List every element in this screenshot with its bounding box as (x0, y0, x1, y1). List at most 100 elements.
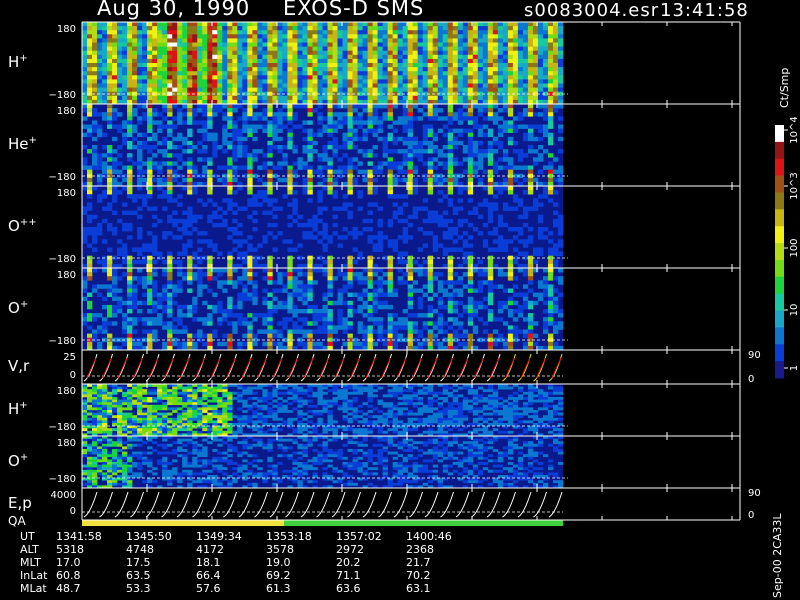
heatmap-cell (237, 304, 243, 310)
heatmap-cell (87, 149, 93, 154)
heatmap-cell (297, 71, 303, 76)
heatmap-cell (142, 63, 148, 68)
heatmap-cell (127, 112, 133, 117)
heatmap-cell (467, 317, 474, 322)
heatmap-cell (167, 75, 173, 80)
heatmap-cell (187, 214, 193, 220)
heatmap-cell (257, 116, 263, 121)
heatmap-cell (172, 218, 178, 224)
heatmap-cell (347, 321, 353, 326)
heatmap-cell (327, 292, 333, 297)
heatmap-cell (557, 42, 564, 47)
heatmap-cell (467, 140, 474, 146)
heatmap-cell (147, 116, 153, 121)
heatmap-cell (437, 341, 444, 347)
heatmap-cell (147, 75, 153, 80)
heatmap-cell (367, 112, 373, 117)
heatmap-cell (207, 313, 213, 318)
heatmap-cell (432, 145, 439, 150)
heatmap-cell (82, 42, 88, 47)
heatmap-cell (242, 333, 248, 338)
heatmap-cell (402, 79, 408, 84)
heatmap-cell (302, 22, 308, 27)
heatmap-cell (82, 284, 88, 289)
heatmap-cell (447, 104, 454, 109)
heatmap-cell (117, 22, 123, 27)
heatmap-cell (272, 116, 278, 121)
heatmap-cell (377, 71, 383, 76)
heatmap-cell (337, 145, 343, 150)
heatmap-cell (167, 132, 173, 138)
heatmap-cell (167, 83, 173, 88)
heatmap-cell (387, 243, 393, 248)
heatmap-cell (322, 79, 328, 84)
heatmap-cell (227, 304, 233, 310)
heatmap-cell (327, 288, 333, 293)
heatmap-cell (202, 321, 208, 326)
heatmap-cell (337, 243, 343, 248)
heatmap-cell (452, 83, 459, 88)
heatmap-cell (402, 317, 408, 322)
heatmap-cell (557, 325, 564, 330)
heatmap-cell (547, 34, 554, 39)
heatmap-cell (177, 329, 183, 334)
heatmap-cell (232, 87, 238, 92)
heatmap-cell (177, 280, 183, 285)
heatmap-cell (492, 87, 499, 92)
heatmap-cell (172, 161, 178, 166)
heatmap-cell (187, 280, 193, 285)
heatmap-cell (407, 22, 413, 27)
heatmap-cell (127, 95, 133, 101)
heatmap-cell (287, 22, 293, 27)
heatmap-cell (152, 177, 158, 183)
heatmap-cell (147, 268, 153, 273)
heatmap-cell (422, 243, 429, 248)
heatmap-cell (427, 309, 434, 314)
heatmap-cell (547, 132, 554, 138)
heatmap-cell (347, 128, 353, 133)
heatmap-cell (242, 30, 248, 35)
heatmap-cell (227, 161, 233, 166)
heatmap-cell (547, 239, 554, 244)
heatmap-cell (232, 54, 238, 60)
heatmap-cell (132, 22, 138, 27)
heatmap-cell (137, 34, 143, 39)
heatmap-cell (257, 313, 263, 318)
heatmap-cell (122, 243, 128, 248)
heatmap-cell (447, 112, 454, 117)
heatmap-cell (487, 50, 494, 56)
heatmap-cell (102, 46, 108, 51)
heatmap-cell (467, 50, 474, 56)
heatmap-cell (357, 54, 363, 60)
heatmap-cell (527, 227, 534, 232)
heatmap-cell (507, 190, 514, 195)
heatmap-cell (352, 34, 358, 39)
heatmap-cell (307, 83, 313, 88)
heatmap-cell (177, 120, 183, 125)
heatmap-cell (477, 50, 484, 56)
heatmap-cell (397, 30, 403, 35)
heatmap-cell (247, 243, 253, 248)
heatmap-cell (167, 214, 173, 220)
heatmap-cell (142, 46, 148, 51)
heatmap-cell (102, 38, 108, 43)
heatmap-cell (412, 145, 418, 150)
heatmap-cell (322, 317, 328, 322)
heatmap-cell (312, 132, 318, 138)
heatmap-cell (397, 46, 403, 51)
heatmap-cell (227, 38, 233, 43)
heatmap-cell (247, 75, 253, 80)
heatmap-cell (342, 194, 348, 199)
heatmap-cell (137, 157, 143, 162)
heatmap-cell (392, 79, 398, 84)
heatmap-cell (152, 259, 158, 265)
heatmap-cell (367, 149, 373, 154)
heatmap-cell (547, 95, 554, 101)
heatmap-cell (527, 124, 534, 129)
heatmap-cell (207, 198, 213, 203)
heatmap-cell (247, 83, 253, 88)
heatmap-cell (247, 50, 253, 56)
heatmap-cell (167, 190, 173, 195)
heatmap-cell (417, 149, 424, 154)
heatmap-cell (147, 54, 153, 60)
